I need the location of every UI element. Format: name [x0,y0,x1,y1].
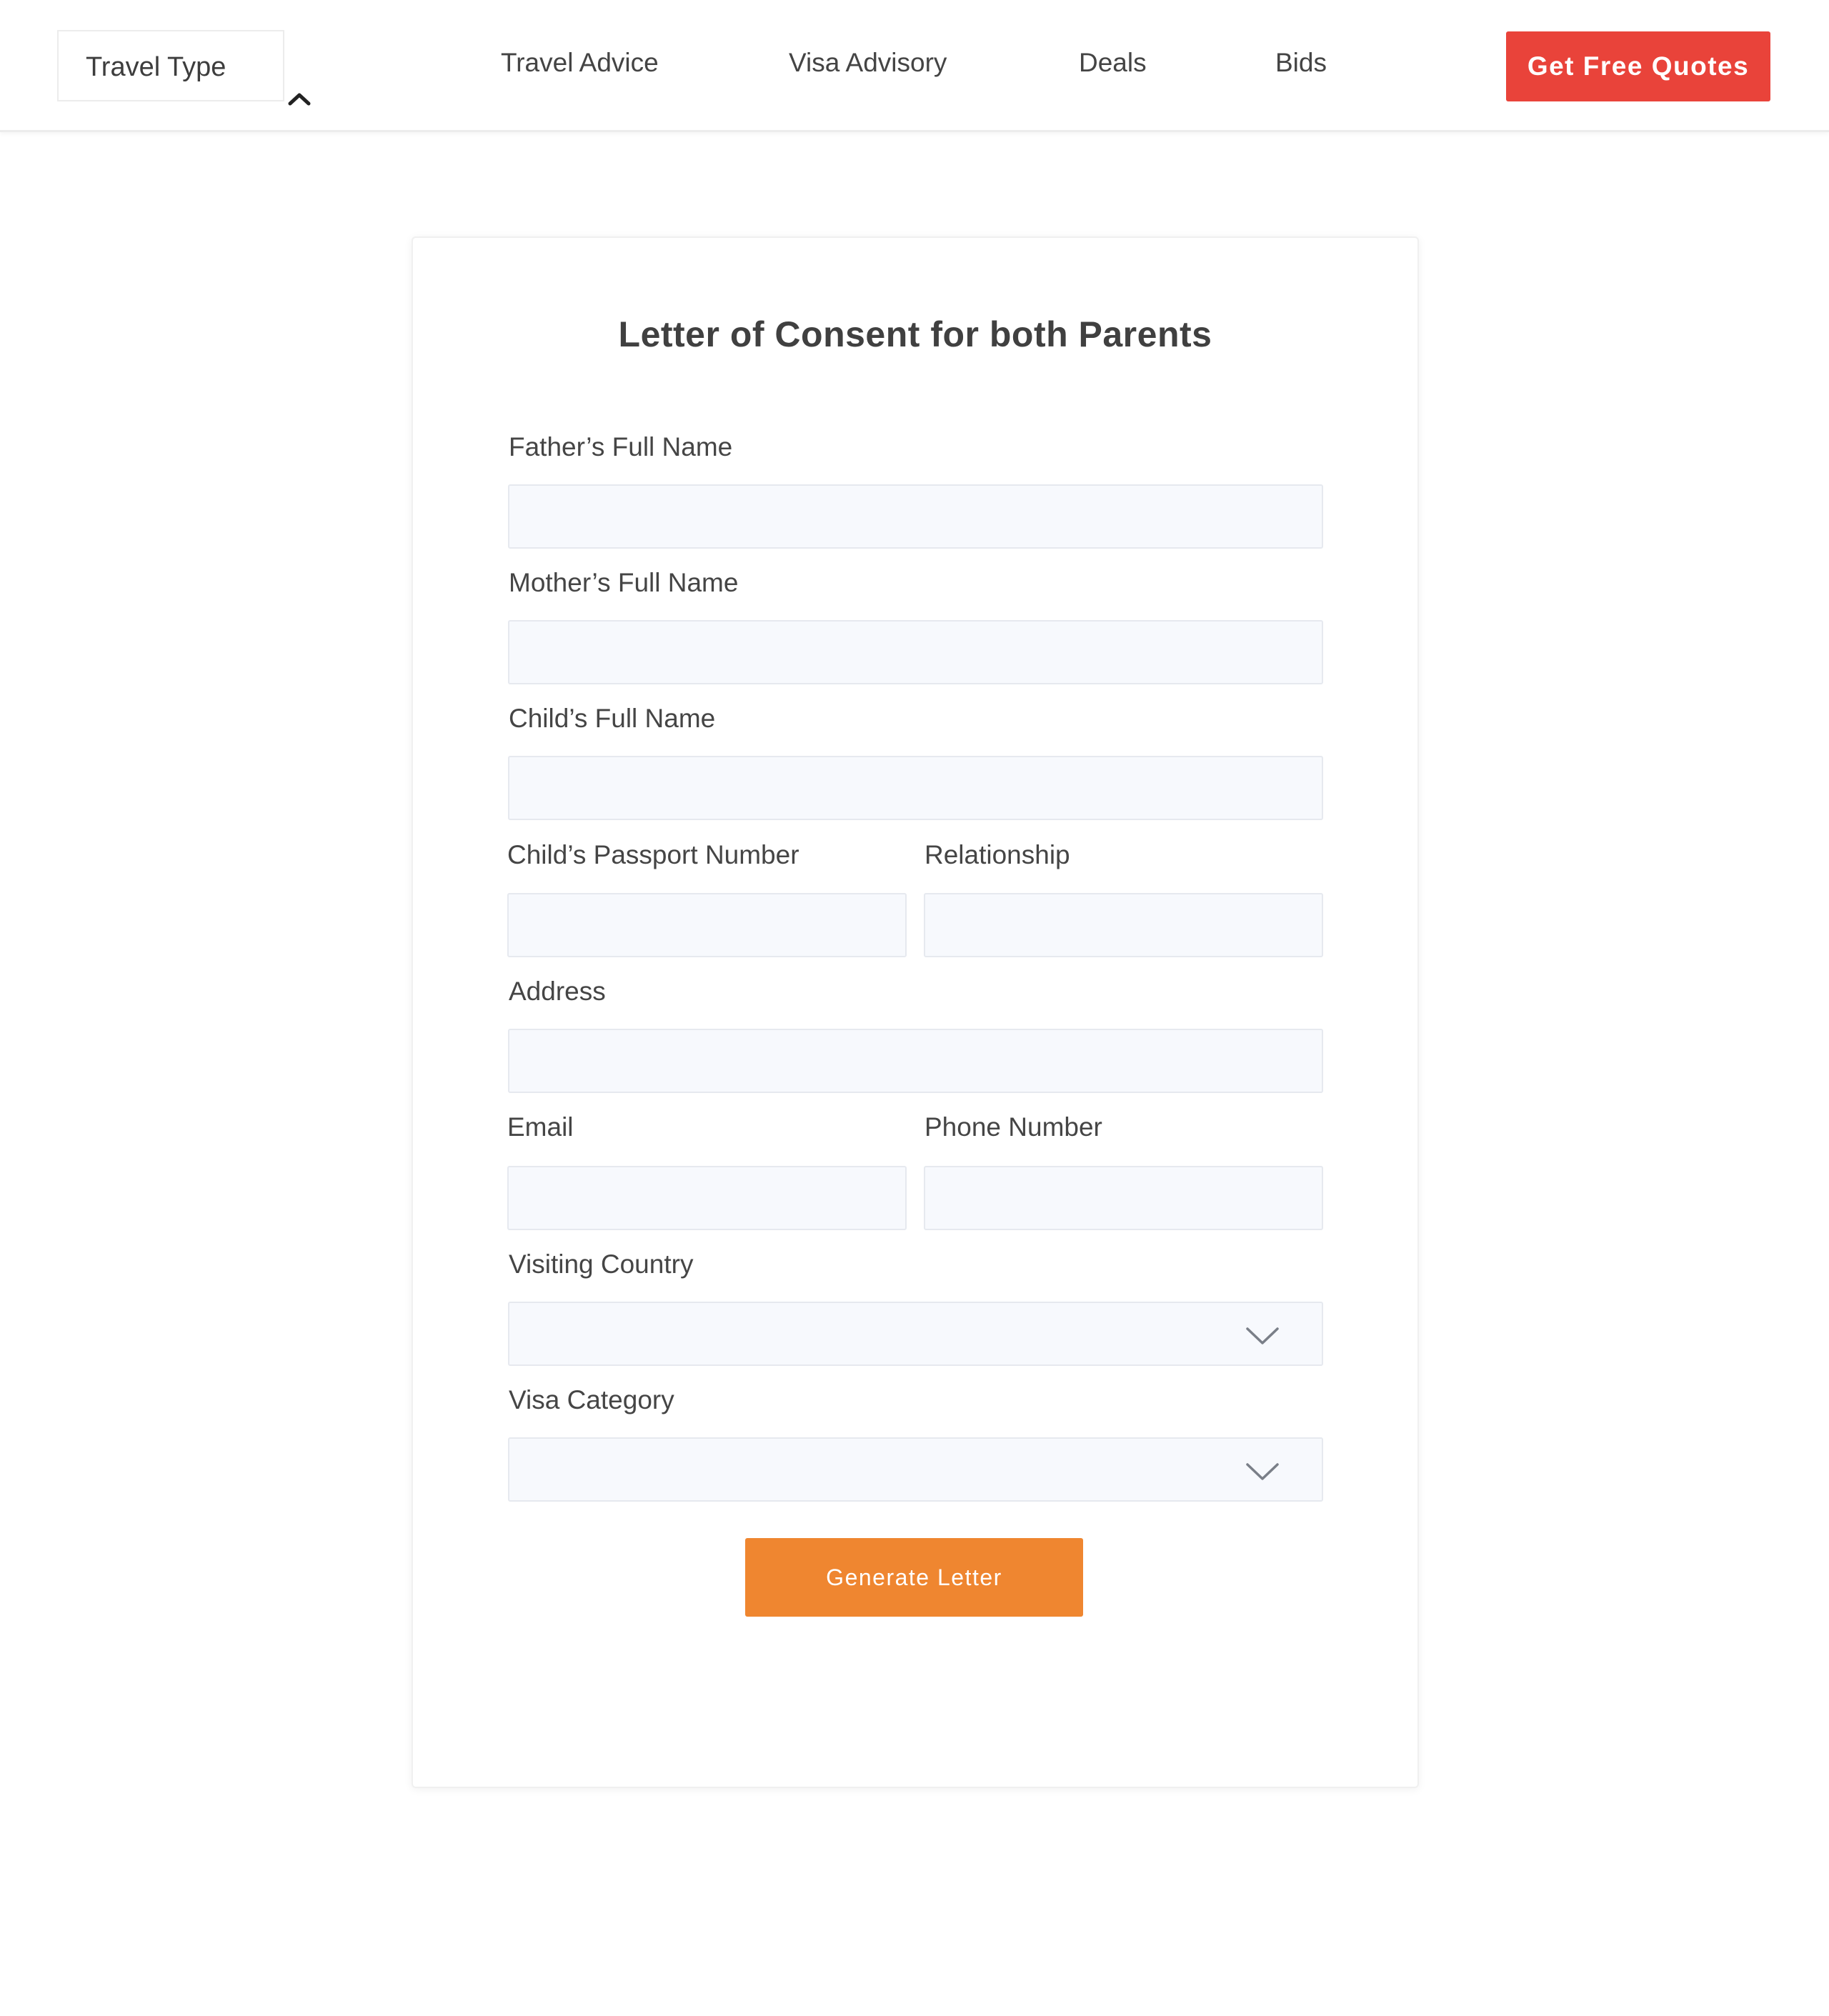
visa-category-label: Visa Category [509,1385,674,1414]
nav-link-visa-advisory[interactable]: Visa Advisory [789,47,947,79]
travel-type-label: Travel Type [86,52,226,82]
address-input[interactable] [508,1029,1323,1093]
get-free-quotes-button[interactable]: Get Free Quotes [1506,31,1770,101]
generate-letter-button[interactable]: Generate Letter [745,1538,1083,1617]
visa-category-select[interactable] [508,1437,1323,1502]
email-field[interactable] [507,1166,907,1230]
passport-number-label: Child’s Passport Number [507,840,799,869]
visiting-country-select[interactable] [508,1302,1323,1366]
form-title: Letter of Consent for both Parents [618,314,1212,354]
visiting-country-label: Visiting Country [509,1249,694,1279]
chevron-up-icon [288,93,311,106]
passport-number-input[interactable] [507,893,907,957]
phone-number-label: Phone Number [925,1112,1102,1142]
relationship-label: Relationship [925,840,1070,869]
travel-type-dropdown[interactable]: Travel Type [57,30,311,106]
child-name-input[interactable] [508,756,1323,820]
chevron-down-icon [1246,1327,1279,1344]
phone-number-field[interactable] [924,1166,1323,1230]
child-name-label: Child’s Full Name [509,704,716,733]
address-label: Address [509,977,606,1006]
email-label: Email [507,1112,574,1142]
nav-link-bids[interactable]: Bids [1275,47,1327,79]
mother-name-label: Mother’s Full Name [509,568,739,597]
nav-link-deals[interactable]: Deals [1079,47,1147,79]
relationship-input[interactable] [924,893,1323,957]
father-name-input[interactable] [508,484,1323,549]
nav-link-travel-advice[interactable]: Travel Advice [501,47,659,79]
chevron-down-icon [1246,1463,1279,1480]
father-name-label: Father’s Full Name [509,432,733,461]
mother-name-input[interactable] [508,620,1323,684]
top-navigation-bar: Travel Type Travel Advice Visa Advisory … [0,0,1829,132]
